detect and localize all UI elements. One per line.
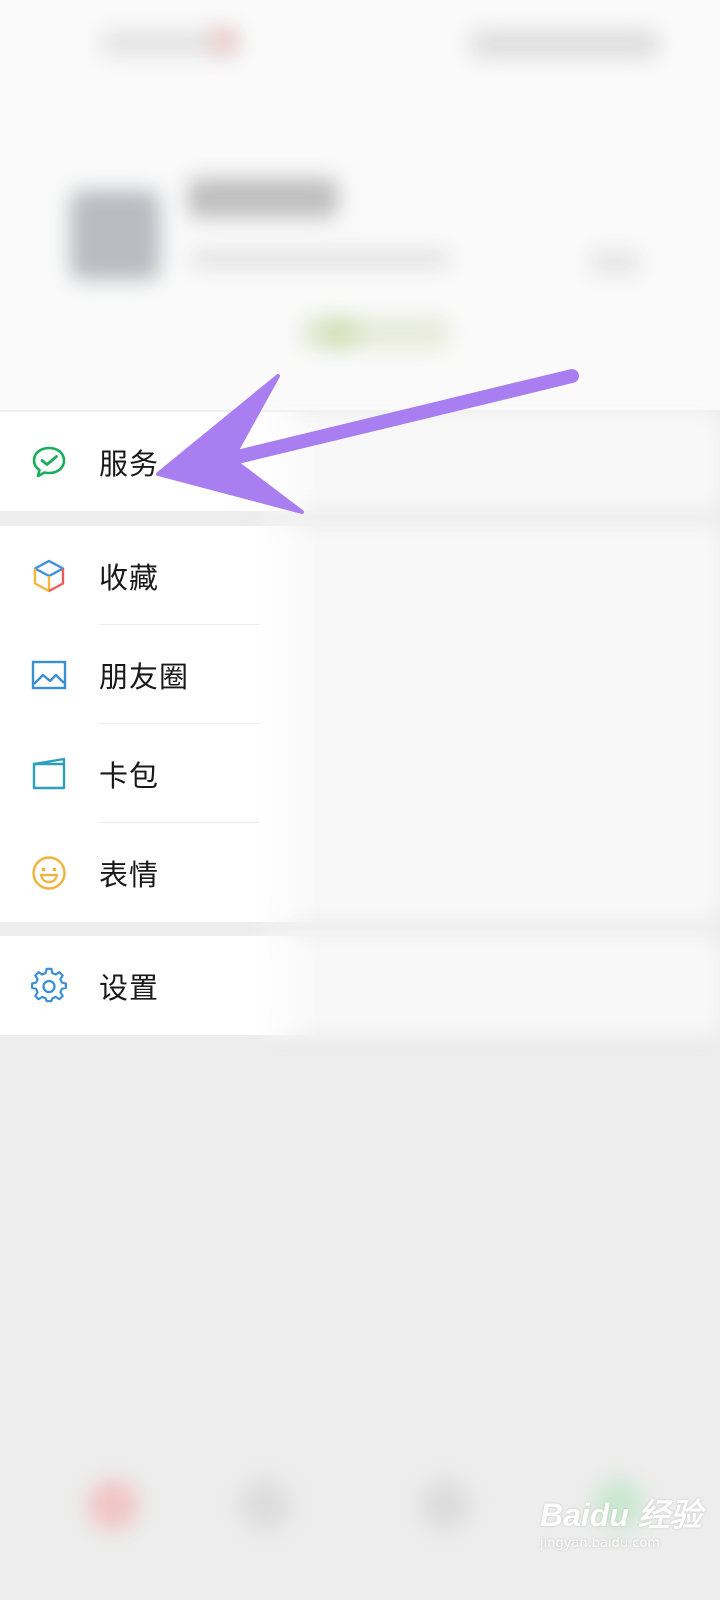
- menu-item-label: 收藏: [99, 560, 160, 595]
- menu-group-settings: 设置: [0, 936, 320, 1035]
- wechat-pay-icon: [30, 443, 68, 481]
- baidu-watermark: Baidu 经验 jingyan.baidu.com: [540, 1490, 710, 1570]
- menu-item-cards[interactable]: 卡包: [0, 724, 260, 823]
- gear-icon: [30, 967, 68, 1005]
- menu-item-stickers[interactable]: 表情: [0, 823, 260, 922]
- menu-group-services: 服务: [0, 412, 320, 511]
- watermark-logo: Baidu 经验: [540, 1497, 702, 1533]
- menu-item-favorites[interactable]: 收藏: [0, 526, 260, 625]
- tab-contacts-blurred[interactable]: [240, 1480, 290, 1530]
- qr-code-blurred[interactable]: [590, 250, 640, 274]
- status-green-blurred: [318, 320, 358, 346]
- top-bar-blur-dot: [210, 28, 236, 54]
- row-blur-services: [260, 412, 720, 510]
- avatar[interactable]: [70, 190, 160, 280]
- tab-discover-blurred[interactable]: [420, 1480, 470, 1530]
- profile-name-blurred: [188, 178, 338, 218]
- row-blur-settings: [260, 936, 720, 1034]
- wallet-icon: [30, 755, 68, 793]
- watermark-url: jingyan.baidu.com: [540, 1536, 660, 1551]
- cube-icon: [30, 557, 68, 595]
- menu-item-services[interactable]: 服务: [0, 412, 260, 511]
- smiley-icon: [30, 854, 68, 892]
- menu-item-label: 朋友圈: [99, 659, 190, 694]
- tab-chats-blurred[interactable]: [88, 1480, 138, 1530]
- picture-icon: [30, 656, 68, 694]
- menu-item-label: 表情: [99, 857, 160, 892]
- menu-item-label: 卡包: [99, 758, 160, 793]
- menu-item-label: 服务: [99, 446, 160, 481]
- me-page: 服务 收藏 朋友圈 卡包 表情 设置 Baidu 经验 jingyan.baid…: [0, 0, 720, 1600]
- row-blur-group2: [260, 526, 720, 920]
- menu-item-settings[interactable]: 设置: [0, 936, 260, 1035]
- menu-item-moments[interactable]: 朋友圈: [0, 625, 260, 724]
- profile-id-blurred: [190, 250, 450, 268]
- menu-item-label: 设置: [99, 970, 160, 1005]
- top-bar-blur-right: [470, 30, 660, 58]
- menu-group-main: 收藏 朋友圈 卡包 表情: [0, 526, 320, 922]
